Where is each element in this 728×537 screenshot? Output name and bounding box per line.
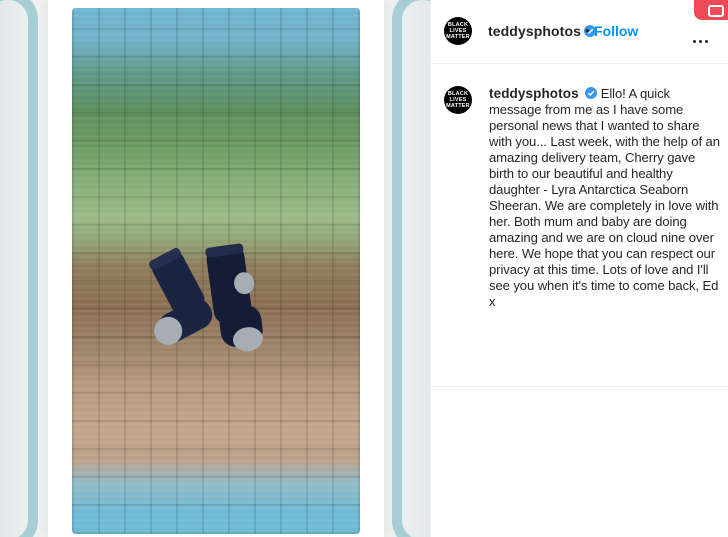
post-photo[interactable] bbox=[0, 0, 430, 537]
header-username[interactable]: teddysphotos bbox=[488, 23, 581, 39]
avatar[interactable]: BLACK LIVES MATTER bbox=[444, 17, 472, 45]
bassinet-frame-left bbox=[0, 0, 38, 537]
caption-avatar-text-3: MATTER bbox=[446, 103, 470, 109]
avatar-text-3: MATTER bbox=[446, 34, 470, 40]
baby-socks bbox=[149, 243, 263, 352]
separator-dot: • bbox=[585, 23, 590, 38]
post-header: BLACK LIVES MATTER teddysphotos • Follow bbox=[431, 0, 728, 64]
divider bbox=[431, 386, 728, 387]
header-username-group: teddysphotos bbox=[488, 23, 596, 41]
bassinet-frame-right bbox=[392, 0, 430, 537]
caption-avatar[interactable]: BLACK LIVES MATTER bbox=[444, 86, 472, 114]
verified-badge-icon bbox=[584, 87, 597, 99]
more-options-icon[interactable] bbox=[693, 30, 711, 48]
caption-username[interactable]: teddysphotos bbox=[489, 86, 579, 101]
follow-button[interactable]: Follow bbox=[594, 23, 638, 39]
post-details-panel: BLACK LIVES MATTER teddysphotos • Follow… bbox=[430, 0, 728, 537]
caption-text: Ello! A quick message from me as I have … bbox=[489, 86, 720, 309]
caption-text-block: teddysphotos Ello! A quick message from … bbox=[489, 86, 721, 310]
